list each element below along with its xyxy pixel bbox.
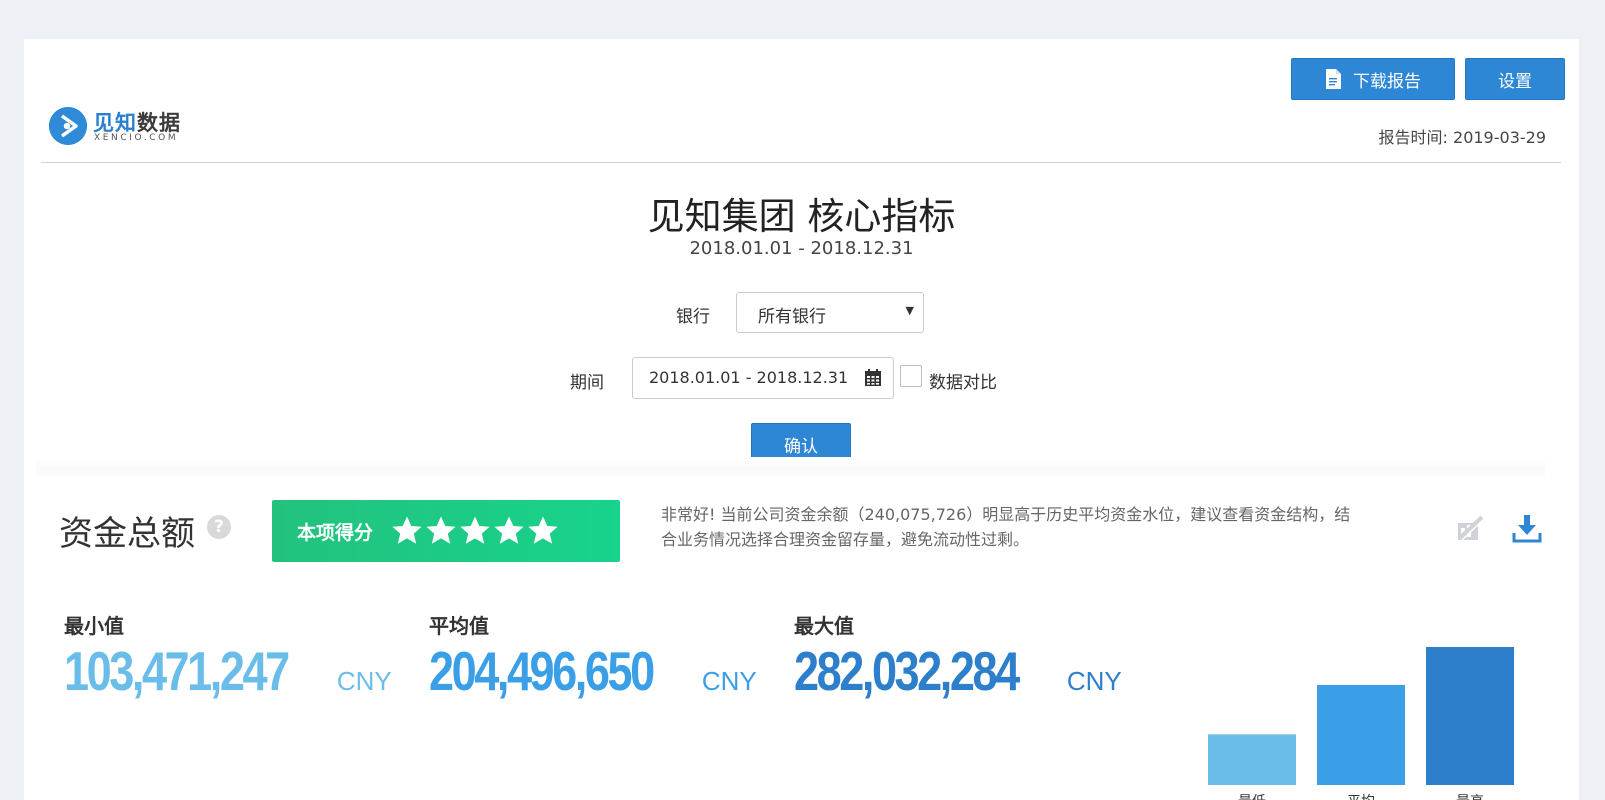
period-label: 期间 (570, 373, 604, 393)
bar-2 (1317, 684, 1405, 785)
bar-label-1: 最低 (1238, 794, 1266, 800)
header-divider (41, 162, 1561, 163)
period-date-value: 2018.01.01 - 2018.12.31 (649, 368, 849, 387)
stat-min-value: 103,471,247 CNY (64, 639, 392, 703)
bar-label-2: 平均 (1347, 794, 1375, 800)
caret-down-icon: ▼ (905, 304, 914, 317)
bank-select-value: 所有银行 (758, 307, 826, 327)
document-icon (1326, 69, 1341, 89)
star-icon (460, 516, 490, 544)
star-icon (392, 516, 422, 544)
download-report-label: 下载报告 (1353, 71, 1421, 92)
bar-3 (1426, 647, 1514, 785)
settings-button[interactable]: 设置 (1465, 58, 1565, 100)
report-time: 报告时间: 2019-03-29 (1379, 124, 1546, 148)
star-icon (494, 516, 524, 544)
score-label: 本项得分 (297, 521, 374, 544)
stat-min-number: 103,471,247 (64, 640, 290, 702)
report-card: 见知数据 XENCIO.COM 下载报告 设置 报告时间: 2019-03-29… (24, 39, 1579, 800)
section-description: 非常好! 当前公司资金余额（240,075,726）明显高于历史平均资金水位，建… (661, 505, 1351, 549)
download-report-button[interactable]: 下载报告 (1291, 58, 1455, 100)
stat-max-label: 最大值 (794, 614, 854, 638)
stat-max-value: 282,032,284 CNY (794, 639, 1122, 703)
logo: 见知数据 XENCIO.COM (49, 106, 219, 151)
stat-min-unit: CNY (336, 666, 392, 696)
logo-mark-icon (49, 107, 87, 145)
score-badge: 本项得分 (272, 500, 620, 562)
compare-label: 数据对比 (929, 373, 997, 393)
section-title: 资金总额 (59, 514, 195, 554)
stat-avg-number: 204,496,650 (429, 640, 655, 702)
compare-checkbox[interactable] (900, 365, 922, 387)
bar-1 (1208, 734, 1296, 785)
bank-label: 银行 (676, 307, 710, 327)
bar-label-3: 最高 (1456, 793, 1484, 800)
comparison-bar-chart: 最低 平均 最高 (1208, 647, 1514, 800)
stat-avg-unit: CNY (701, 666, 757, 696)
section-separator (36, 457, 1546, 479)
bank-select[interactable]: 所有银行 ▼ (736, 292, 924, 333)
report-time-value: 2019-03-29 (1453, 128, 1546, 147)
period-date-input[interactable]: 2018.01.01 - 2018.12.31 (632, 357, 894, 399)
download-icon[interactable] (1512, 513, 1542, 543)
page-subtitle: 2018.01.01 - 2018.12.31 (689, 238, 914, 259)
help-icon[interactable]: ? (207, 515, 231, 539)
calendar-icon[interactable] (865, 369, 881, 386)
star-icon (426, 516, 456, 544)
star-icon (528, 516, 558, 544)
stat-avg-value: 204,496,650 CNY (429, 639, 757, 703)
stat-max-unit: CNY (1066, 666, 1122, 696)
chart-hide-icon[interactable] (1456, 514, 1486, 542)
stat-avg-label: 平均值 (429, 614, 489, 638)
report-time-label: 报告时间: (1378, 128, 1454, 147)
logo-tagline: XENCIO.COM (94, 133, 179, 143)
page-title: 见知集团 核心指标 (647, 195, 956, 238)
star-rating (391, 515, 559, 547)
stat-min-label: 最小值 (64, 614, 124, 638)
stat-max-number: 282,032,284 (794, 640, 1020, 702)
